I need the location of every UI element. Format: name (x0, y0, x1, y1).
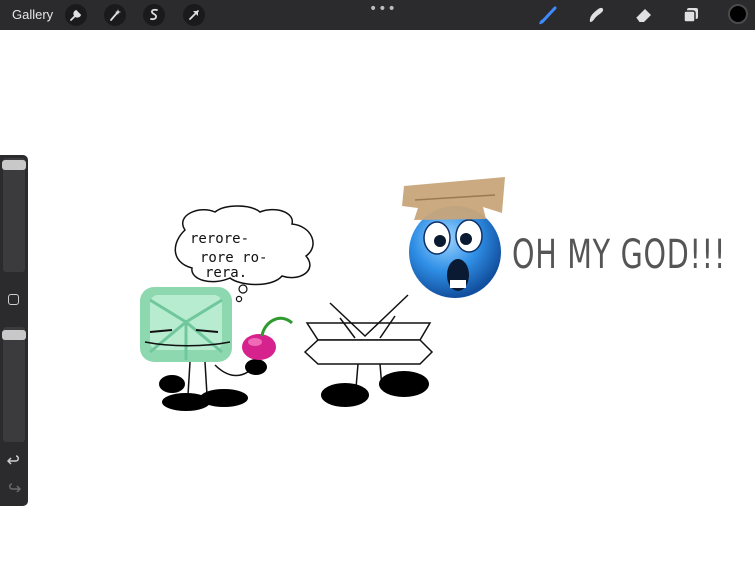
gem-character (140, 287, 294, 411)
bubble-line-2: rore ro- (200, 250, 267, 266)
bubble-line-1: rerore- (190, 231, 249, 247)
exclamation-text: OH MY GOD!!! (512, 232, 726, 278)
shocked-emoji (402, 177, 505, 298)
table-character (303, 294, 434, 407)
bubble-line-3: rera. (205, 265, 247, 281)
drawing-canvas[interactable]: rerore- rore ro- rera. OH MY GOD!!! (0, 0, 755, 566)
